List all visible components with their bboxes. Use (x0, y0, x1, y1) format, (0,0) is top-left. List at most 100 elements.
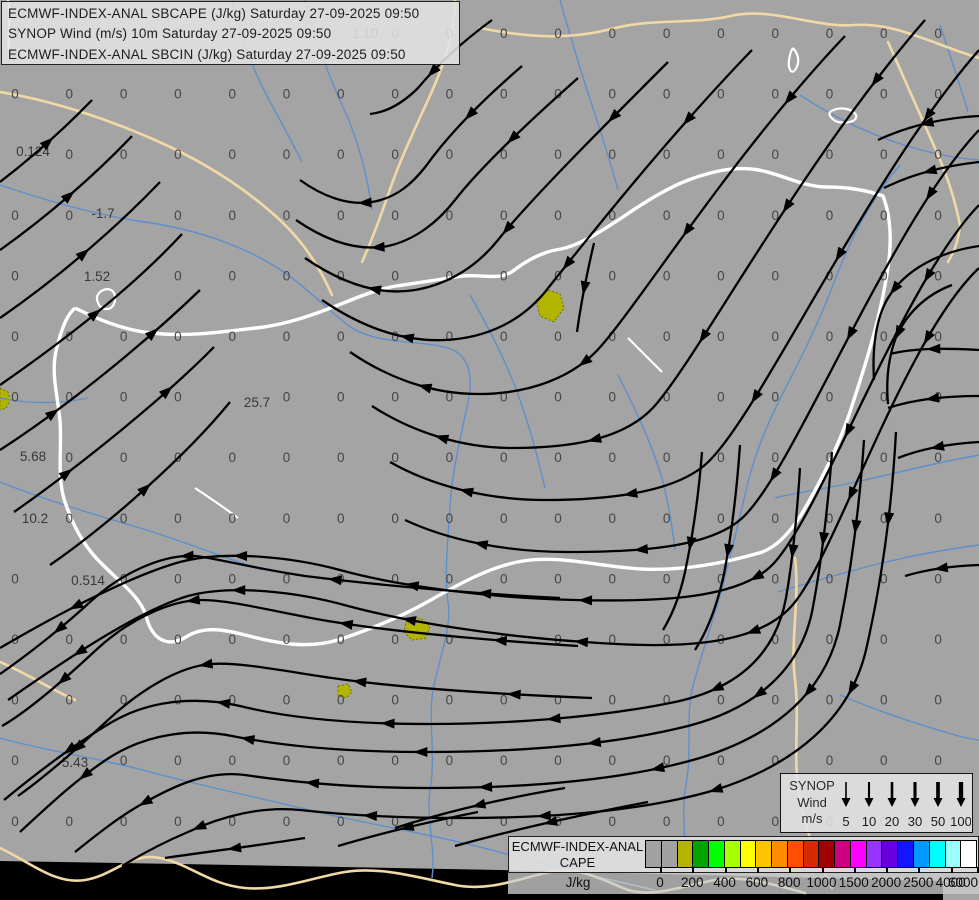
streamline-arrowhead-icon (417, 383, 433, 394)
grid-zero-label: 0 (609, 571, 617, 586)
grid-zero-label: 0 (120, 87, 128, 102)
grid-zero-label: 0 (826, 632, 834, 647)
grid-zero-label: 0 (283, 268, 291, 283)
grid-zero-label: 0 (500, 26, 508, 41)
grid-zero-label: 0 (826, 571, 834, 586)
streamline-arrowhead-icon (848, 680, 860, 696)
wind-streamline (0, 233, 183, 386)
cape-color-swatch (771, 840, 788, 868)
title-line-sbcin: ECMWF-INDEX-ANAL SBCIN (J/kg) Saturday 2… (8, 46, 406, 62)
cape-tick-label: 600 (745, 875, 769, 890)
streamline-arrowhead-icon (782, 198, 795, 213)
grid-zero-label: 0 (826, 208, 834, 223)
down-arrow-icon (887, 798, 897, 807)
grid-zero-label: 0 (880, 208, 888, 223)
grid-zero-label: 0 (228, 147, 236, 162)
grid-zero-label: 0 (174, 632, 182, 647)
cape-legend-title: ECMWF-INDEX-ANAL CAPE (511, 839, 644, 870)
grid-zero-label: 0 (609, 450, 617, 465)
station-value-label: 10.2 (22, 511, 48, 526)
grid-zero-label: 0 (609, 87, 617, 102)
streamline-arrowhead-icon (923, 329, 936, 345)
cape-tick-label: 200 (681, 875, 704, 890)
grid-zero-label: 0 (880, 450, 888, 465)
grid-zero-label: 0 (554, 571, 562, 586)
highlighted-country-border (787, 47, 800, 73)
grid-zero-label: 0 (609, 814, 617, 829)
grid-zero-label: 0 (880, 147, 888, 162)
grid-zero-label: 0 (391, 147, 399, 162)
station-value-label: 0.514 (71, 573, 105, 588)
grid-zero-label: 0 (771, 511, 779, 526)
grid-zero-label: 0 (934, 632, 942, 647)
grid-zero-label: 0 (934, 693, 942, 708)
grid-zero-label: 0 (337, 511, 345, 526)
river-line (774, 454, 979, 499)
grid-zero-label: 0 (283, 753, 291, 768)
grid-zero-label: 0 (717, 329, 725, 344)
grid-zero-label: 0 (11, 571, 19, 586)
down-arrow-icon (864, 798, 874, 807)
streamline-arrowhead-icon (434, 434, 450, 445)
grid-zero-label: 0 (66, 87, 74, 102)
grid-zero-label: 0 (663, 511, 671, 526)
cape-color-swatch (660, 840, 678, 868)
grid-zero-label: 0 (174, 208, 182, 223)
grid-zero-label: 0 (174, 814, 182, 829)
cape-color-swatch (708, 840, 725, 868)
grid-zero-label: 0 (554, 329, 562, 344)
wind-streamline (49, 401, 231, 566)
cape-color-swatch (849, 840, 867, 868)
grid-zero-label: 0 (283, 693, 291, 708)
grid-zero-label: 0 (337, 390, 345, 405)
grid-zero-label: 0 (337, 450, 345, 465)
grid-zero-label: 0 (880, 632, 888, 647)
grid-zero-label: 0 (446, 511, 454, 526)
grid-zero-label: 0 (609, 753, 617, 768)
wind-streamline (17, 662, 593, 797)
cape-color-swatch (881, 840, 899, 868)
grid-zero-label: 0 (771, 329, 779, 344)
grid-zero-label: 0 (120, 753, 128, 768)
grid-zero-label: 0 (934, 753, 942, 768)
grid-zero-label: 0 (228, 450, 236, 465)
grid-zero-label: 0 (663, 329, 671, 344)
title-line-wind: SYNOP Wind (m/s) 10m Saturday 27-09-2025… (8, 26, 332, 42)
grid-zero-label: 0 (446, 693, 454, 708)
grid-zero-label: 0 (11, 87, 19, 102)
cape-color-swatch (818, 840, 836, 868)
wind-speed-label: 100 (950, 814, 971, 829)
grid-zero-label: 0 (500, 511, 508, 526)
streamline-arrowhead-icon (231, 585, 246, 596)
streamline-arrowhead-icon (478, 781, 493, 792)
grid-zero-label: 0 (283, 632, 291, 647)
streamline-arrowhead-icon (413, 747, 428, 758)
grid-zero-label: 0 (934, 268, 942, 283)
grid-zero-label: 0 (11, 329, 19, 344)
weather-map-screen: 0 0 0 0 0 0 0 0 0 0 0 0 0 0 0 0 0 0 0 0 0 0 0 0 0 0 0 0 0 0 0 0 0 0 0 0 0 0 0 0… (0, 0, 979, 900)
grid-zero-label: 0 (11, 390, 19, 405)
grid-zero-label: 0 (391, 87, 399, 102)
streamline-arrowhead-icon (73, 644, 88, 656)
grid-zero-label: 0 (11, 753, 19, 768)
grid-zero-label: 0 (826, 87, 834, 102)
grid-zero-label: 0 (120, 147, 128, 162)
grid-zero-label: 0 (934, 571, 942, 586)
grid-zero-label: 0 (609, 390, 617, 405)
grid-zero-label: 0 (337, 208, 345, 223)
grid-zero-label: 0 (391, 390, 399, 405)
wind-speed-label: 20 (885, 814, 899, 829)
grid-zero-label: 0 (446, 329, 454, 344)
cape-tick-label: 2500 (903, 875, 934, 890)
streamline-arrowhead-icon (357, 197, 372, 208)
cape-tick-label: 2000 (871, 875, 902, 890)
grid-zero-label: 0 (554, 753, 562, 768)
grid-zero-label: 0 (120, 450, 128, 465)
streamline-arrowhead-icon (578, 595, 593, 606)
grid-zero-label: 0 (66, 450, 74, 465)
grid-zero-label: 0 (717, 26, 725, 41)
grid-zero-label: 0 (500, 450, 508, 465)
grid-zero-label: 0 (228, 632, 236, 647)
grid-zero-label: 0 (228, 571, 236, 586)
grid-zero-label: 0 (283, 390, 291, 405)
